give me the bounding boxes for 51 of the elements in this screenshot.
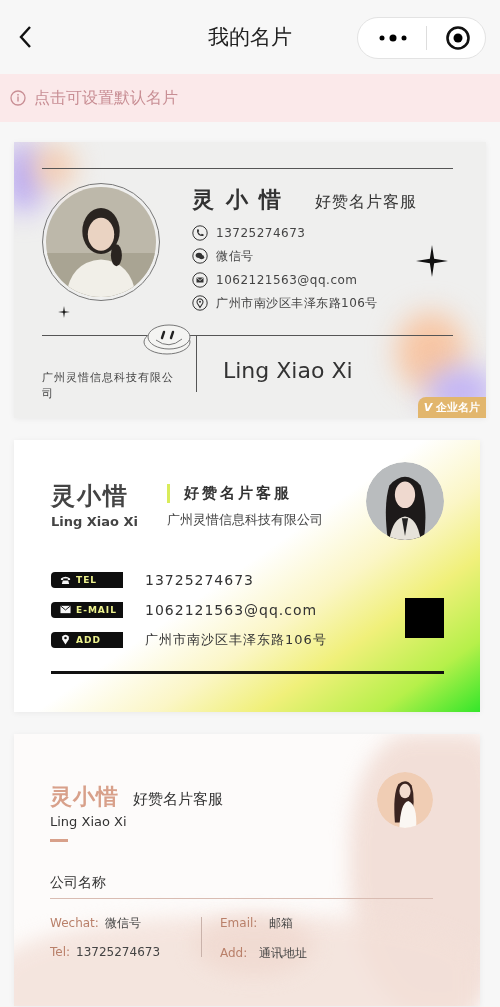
phone-icon	[60, 574, 71, 585]
smiley-drawing	[142, 322, 192, 356]
chat-icon	[192, 248, 208, 265]
field-label: Email:	[220, 916, 258, 930]
job-title: 好赞名片客服	[133, 790, 223, 809]
business-card[interactable]: 灵 小 惜 好赞名片客服 13725274673 微信号 1062121563@qq.com 广州市南沙区丰泽东路106号 广州灵惜信息科技有限公司 Ling Xiao Xi V 企业名片	[14, 142, 486, 418]
phone-icon	[192, 224, 208, 241]
sparkle-icon	[416, 245, 448, 277]
capsule-menu[interactable]	[357, 17, 486, 59]
field-label: Tel:	[50, 945, 71, 959]
location-icon	[60, 634, 71, 645]
contact-label: E-MAIL	[51, 601, 123, 618]
contact-text: 1062121563@qq.com	[145, 601, 318, 618]
person-name: 灵小惜	[50, 783, 119, 811]
close-target-icon[interactable]	[445, 25, 471, 51]
field-label: Add:	[220, 946, 248, 960]
contact-text: 广州市南沙区丰泽东路106号	[145, 630, 327, 649]
notice-text: 点击可设置默认名片	[34, 87, 178, 109]
contact-label: ADD	[51, 631, 123, 648]
field-value: 微信号	[104, 915, 141, 932]
field-value: 邮箱	[269, 915, 294, 932]
business-card[interactable]: 灵小惜 好赞名片客服 Ling Xiao Xi 公司名称 Wechat: 微信号 Email: 邮箱 Tel: 13725274673 Add: 通讯地址	[14, 734, 480, 1006]
contact-text: 微信号	[216, 247, 254, 265]
contact-text: 13725274673	[145, 571, 254, 588]
person-name: 灵 小 惜	[192, 186, 284, 214]
mail-icon	[60, 604, 71, 615]
field-value: 通讯地址	[259, 945, 308, 962]
contact-label: TEL	[51, 571, 123, 588]
field-value: 13725274673	[76, 945, 161, 959]
person-name: 灵小惜	[51, 481, 130, 512]
english-name: Ling Xiao Xi	[50, 814, 128, 829]
mail-icon	[192, 271, 208, 288]
contact-text: 广州市南沙区丰泽东路106号	[216, 294, 378, 312]
company-name: 广州灵惜信息科技有限公司	[167, 511, 323, 529]
english-name: Ling Xiao Xi	[51, 514, 139, 529]
contact-text: 13725274673	[216, 225, 306, 240]
english-name: Ling Xiao Xi	[223, 358, 353, 383]
more-icon[interactable]	[378, 34, 408, 42]
job-title: 好赞名片客服	[315, 192, 418, 213]
company-name: 广州灵惜信息科技有限公司	[42, 370, 175, 402]
field-label: Wechat:	[50, 916, 99, 930]
job-title: 好赞名片客服	[167, 484, 323, 503]
company-name: 公司名称	[50, 874, 107, 892]
business-card[interactable]: 灵小惜 Ling Xiao Xi 好赞名片客服 广州灵惜信息科技有限公司 TEL 13725274673 E-MAIL 1062121563@qq.com ADD 广州市南沙区丰泽东路106号	[14, 440, 480, 712]
contact-text: 1062121563@qq.com	[216, 272, 358, 287]
sparkle-icon	[58, 306, 70, 318]
back-icon[interactable]	[18, 25, 32, 49]
location-icon	[192, 295, 208, 312]
enterprise-badge: V 企业名片	[417, 397, 486, 418]
info-icon	[10, 90, 26, 106]
page-title: 我的名片	[208, 24, 292, 51]
